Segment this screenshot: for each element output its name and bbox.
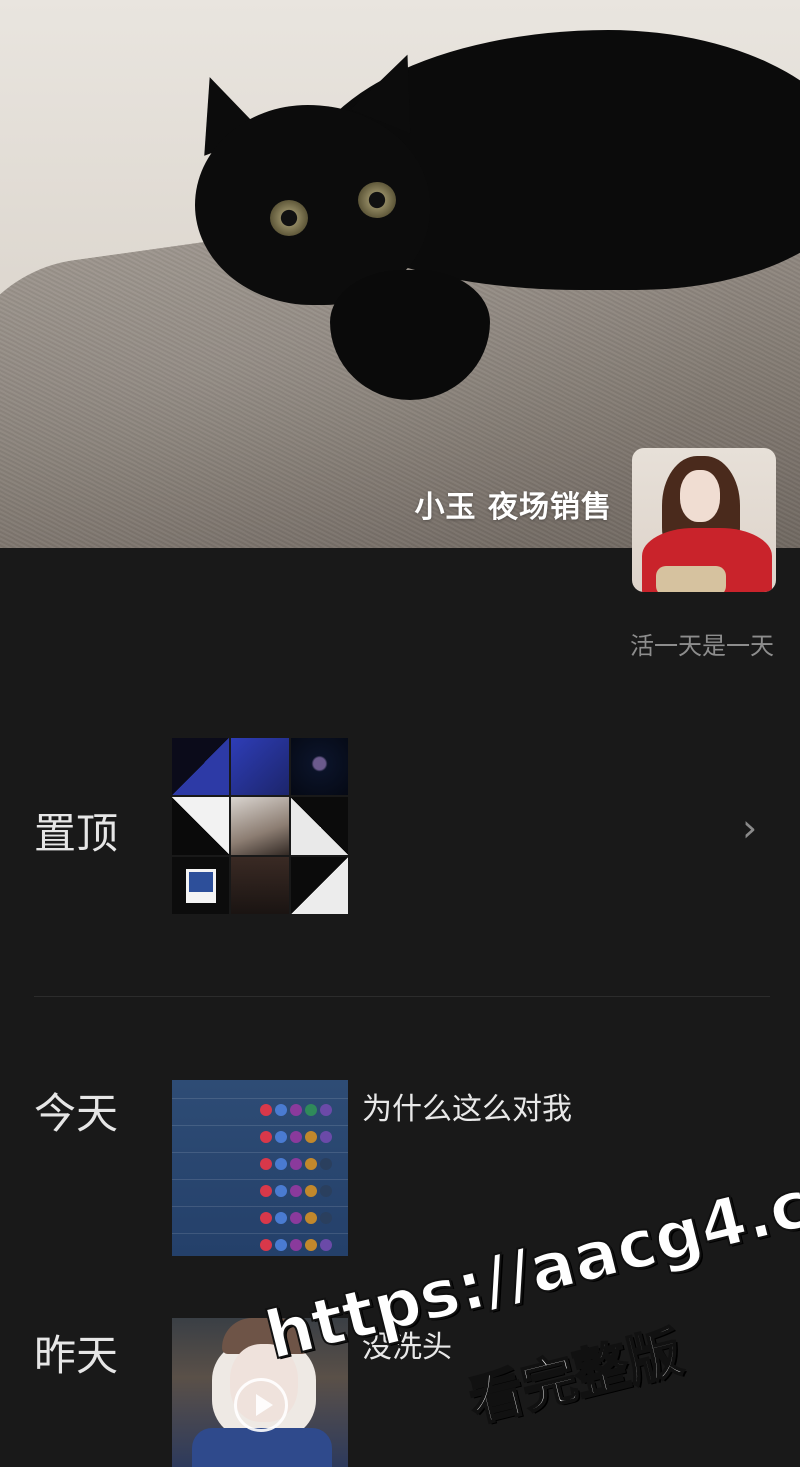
profile-name[interactable]: 小玉 夜场销售 xyxy=(415,482,612,526)
pinned-tile xyxy=(172,797,230,855)
pinned-tile xyxy=(290,856,348,914)
thumb-row xyxy=(172,1098,348,1121)
pinned-tile xyxy=(290,797,348,855)
thumb-row xyxy=(172,1125,348,1148)
pinned-tile xyxy=(231,738,289,796)
pinned-tile xyxy=(290,738,348,796)
post-day-label: 昨天 xyxy=(34,1331,119,1380)
pinned-tile xyxy=(172,738,230,796)
thumb-shirt xyxy=(192,1428,332,1467)
post-text[interactable]: 为什么这么对我 xyxy=(362,1084,572,1128)
pinned-tile xyxy=(231,856,289,914)
section-divider xyxy=(34,996,770,997)
pinned-label: 置顶 xyxy=(34,809,119,858)
chevron-right-icon[interactable]: › xyxy=(742,806,757,850)
cover-cat-eye xyxy=(358,182,396,218)
avatar-legs xyxy=(656,566,726,592)
avatar[interactable] xyxy=(632,448,776,592)
thumb-row xyxy=(172,1233,348,1256)
post-thumbnail-today[interactable] xyxy=(172,1080,348,1256)
profile-signature: 活一天是一天 xyxy=(630,632,774,660)
post-day-label: 今天 xyxy=(34,1089,119,1138)
thumb-row xyxy=(172,1179,348,1202)
cover-cat-eye xyxy=(270,200,308,236)
watermark-cta: 看完整版 xyxy=(462,1319,689,1434)
thumb-row xyxy=(172,1152,348,1175)
play-icon[interactable] xyxy=(234,1378,288,1432)
avatar-face xyxy=(680,470,720,522)
pinned-tile xyxy=(172,856,230,914)
pinned-collage[interactable] xyxy=(172,738,348,914)
pinned-tile xyxy=(231,797,289,855)
thumb-row xyxy=(172,1206,348,1229)
